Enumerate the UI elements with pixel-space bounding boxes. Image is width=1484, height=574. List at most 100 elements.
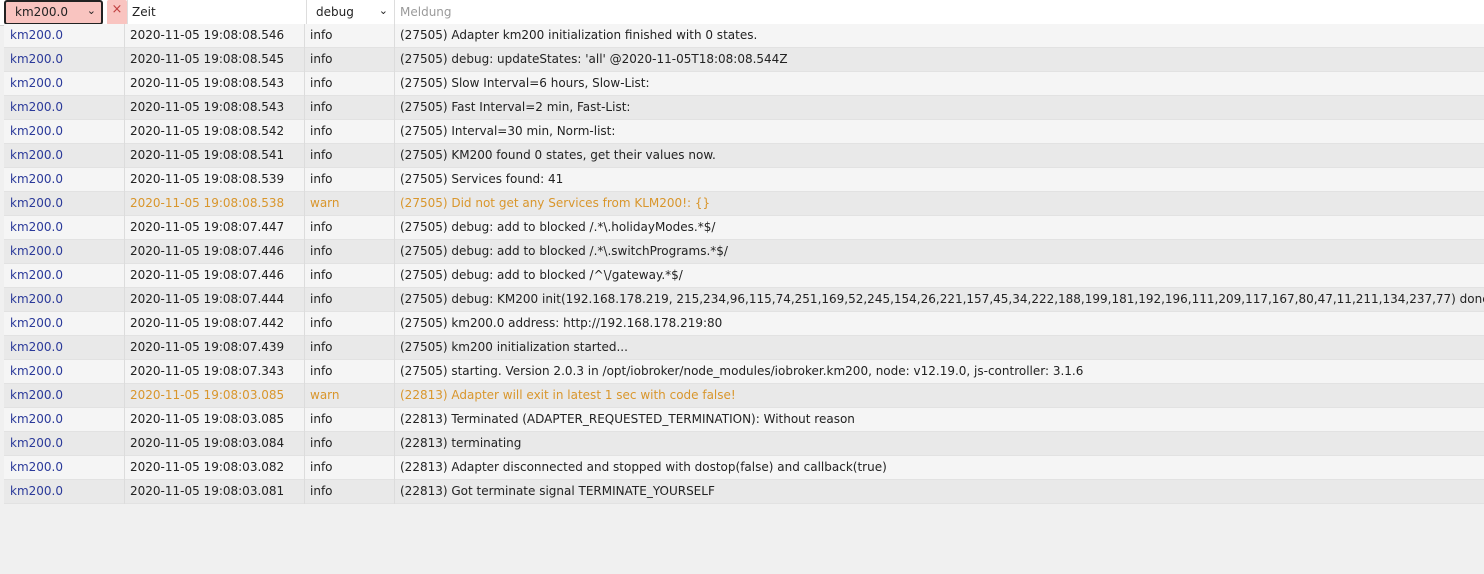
log-row: km200.0 2020-11-05 19:08:07.446 info (27505… [4, 240, 1484, 264]
column-divider [304, 288, 305, 312]
log-message: (27505) Services found: 41 [400, 172, 564, 186]
column-divider [304, 360, 305, 384]
column-divider [124, 360, 125, 384]
log-source-link[interactable]: km200.0 [10, 268, 63, 282]
column-divider [304, 336, 305, 360]
log-row: km200.0 2020-11-05 19:08:03.081 info (22813… [4, 480, 1484, 504]
clear-filter-button[interactable]: × [107, 0, 127, 25]
log-message: (27505) starting. Version 2.0.3 in /opt/… [400, 364, 1084, 378]
column-divider [304, 408, 305, 432]
log-message: (27505) Adapter km200 initialization fin… [400, 28, 758, 42]
log-level: info [310, 244, 333, 258]
log-source-link[interactable]: km200.0 [10, 484, 63, 498]
log-source-link[interactable]: km200.0 [10, 340, 63, 354]
log-time: 2020-11-05 19:08:03.085 [130, 388, 285, 402]
chevron-down-icon: ⌄ [86, 4, 96, 17]
log-message: (27505) debug: KM200 init(192.168.178.21… [400, 292, 1484, 306]
log-source-link[interactable]: km200.0 [10, 28, 63, 42]
column-divider [304, 72, 305, 96]
log-source-link[interactable]: km200.0 [10, 436, 63, 450]
log-time: 2020-11-05 19:08:07.439 [130, 340, 285, 354]
log-message: (22813) Adapter disconnected and stopped… [400, 460, 887, 474]
column-divider [394, 456, 395, 480]
log-message: (22813) Got terminate signal TERMINATE_Y… [400, 484, 715, 498]
log-level: info [310, 100, 333, 114]
log-time: 2020-11-05 19:08:07.442 [130, 316, 285, 330]
time-column-header: Zeit [127, 0, 305, 25]
source-filter-select[interactable]: km200.0 ⌄ [4, 0, 103, 25]
column-divider [124, 24, 125, 48]
log-message: (22813) terminating [400, 436, 522, 450]
log-source-link[interactable]: km200.0 [10, 220, 63, 234]
column-divider [394, 192, 395, 216]
column-divider [304, 168, 305, 192]
column-divider [394, 384, 395, 408]
log-source-link[interactable]: km200.0 [10, 196, 63, 210]
log-time: 2020-11-05 19:08:07.444 [130, 292, 285, 306]
level-filter-value: debug [316, 5, 354, 19]
log-level: info [310, 340, 333, 354]
log-source-link[interactable]: km200.0 [10, 52, 63, 66]
column-divider [304, 24, 305, 48]
close-icon: × [111, 2, 123, 17]
log-level: warn [310, 196, 340, 210]
log-source-link[interactable]: km200.0 [10, 100, 63, 114]
column-divider [394, 96, 395, 120]
column-divider [124, 264, 125, 288]
log-row: km200.0 2020-11-05 19:08:07.446 info (27505… [4, 264, 1484, 288]
column-divider [394, 432, 395, 456]
column-divider [304, 96, 305, 120]
log-source-link[interactable]: km200.0 [10, 244, 63, 258]
column-divider [124, 384, 125, 408]
log-row: km200.0 2020-11-05 19:08:07.444 info (27505… [4, 288, 1484, 312]
log-source-link[interactable]: km200.0 [10, 172, 63, 186]
log-message: (27505) km200.0 address: http://192.168.… [400, 316, 723, 330]
column-divider [124, 216, 125, 240]
chevron-down-icon: ⌄ [378, 4, 388, 17]
log-level: info [310, 412, 333, 426]
column-divider [124, 48, 125, 72]
log-time: 2020-11-05 19:08:03.082 [130, 460, 285, 474]
log-source-link[interactable]: km200.0 [10, 316, 63, 330]
column-divider [124, 336, 125, 360]
log-filter-header: km200.0 ⌄ × Zeit debug ⌄ Meldung [0, 0, 1484, 26]
log-time: 2020-11-05 19:08:08.542 [130, 124, 285, 138]
column-divider [124, 456, 125, 480]
log-message: (27505) debug: add to blocked /.*\.holid… [400, 220, 716, 234]
column-divider [124, 120, 125, 144]
log-row: km200.0 2020-11-05 19:08:08.546 info (27505… [4, 24, 1484, 48]
column-divider [304, 312, 305, 336]
log-source-link[interactable]: km200.0 [10, 148, 63, 162]
source-filter-value: km200.0 [15, 5, 68, 19]
log-source-link[interactable]: km200.0 [10, 460, 63, 474]
log-source-link[interactable]: km200.0 [10, 76, 63, 90]
log-source-link[interactable]: km200.0 [10, 412, 63, 426]
log-source-link[interactable]: km200.0 [10, 388, 63, 402]
log-source-link[interactable]: km200.0 [10, 292, 63, 306]
log-row: km200.0 2020-11-05 19:08:07.447 info (27505… [4, 216, 1484, 240]
message-filter-input[interactable]: Meldung [396, 0, 1484, 25]
column-divider [394, 24, 395, 48]
log-row: km200.0 2020-11-05 19:08:07.439 info (27505… [4, 336, 1484, 360]
log-source-link[interactable]: km200.0 [10, 364, 63, 378]
column-divider [124, 240, 125, 264]
log-level: info [310, 436, 333, 450]
log-message: (27505) debug: updateStates: 'all' @2020… [400, 52, 788, 66]
log-time: 2020-11-05 19:08:08.539 [130, 172, 285, 186]
log-source-link[interactable]: km200.0 [10, 124, 63, 138]
log-time: 2020-11-05 19:08:07.446 [130, 244, 285, 258]
column-divider [394, 288, 395, 312]
log-level: info [310, 76, 333, 90]
column-divider [124, 288, 125, 312]
log-row: km200.0 2020-11-05 19:08:08.541 info (27505… [4, 144, 1484, 168]
log-message: (22813) Terminated (ADAPTER_REQUESTED_TE… [400, 412, 855, 426]
log-level: info [310, 220, 333, 234]
log-message: (27505) debug: add to blocked /.*\.switc… [400, 244, 728, 258]
column-divider [304, 144, 305, 168]
log-level: info [310, 364, 333, 378]
log-row: km200.0 2020-11-05 19:08:08.539 info (27505… [4, 168, 1484, 192]
column-divider [394, 336, 395, 360]
level-filter-select[interactable]: debug ⌄ [306, 0, 395, 25]
log-level: info [310, 28, 333, 42]
log-row: km200.0 2020-11-05 19:08:08.542 info (27505… [4, 120, 1484, 144]
